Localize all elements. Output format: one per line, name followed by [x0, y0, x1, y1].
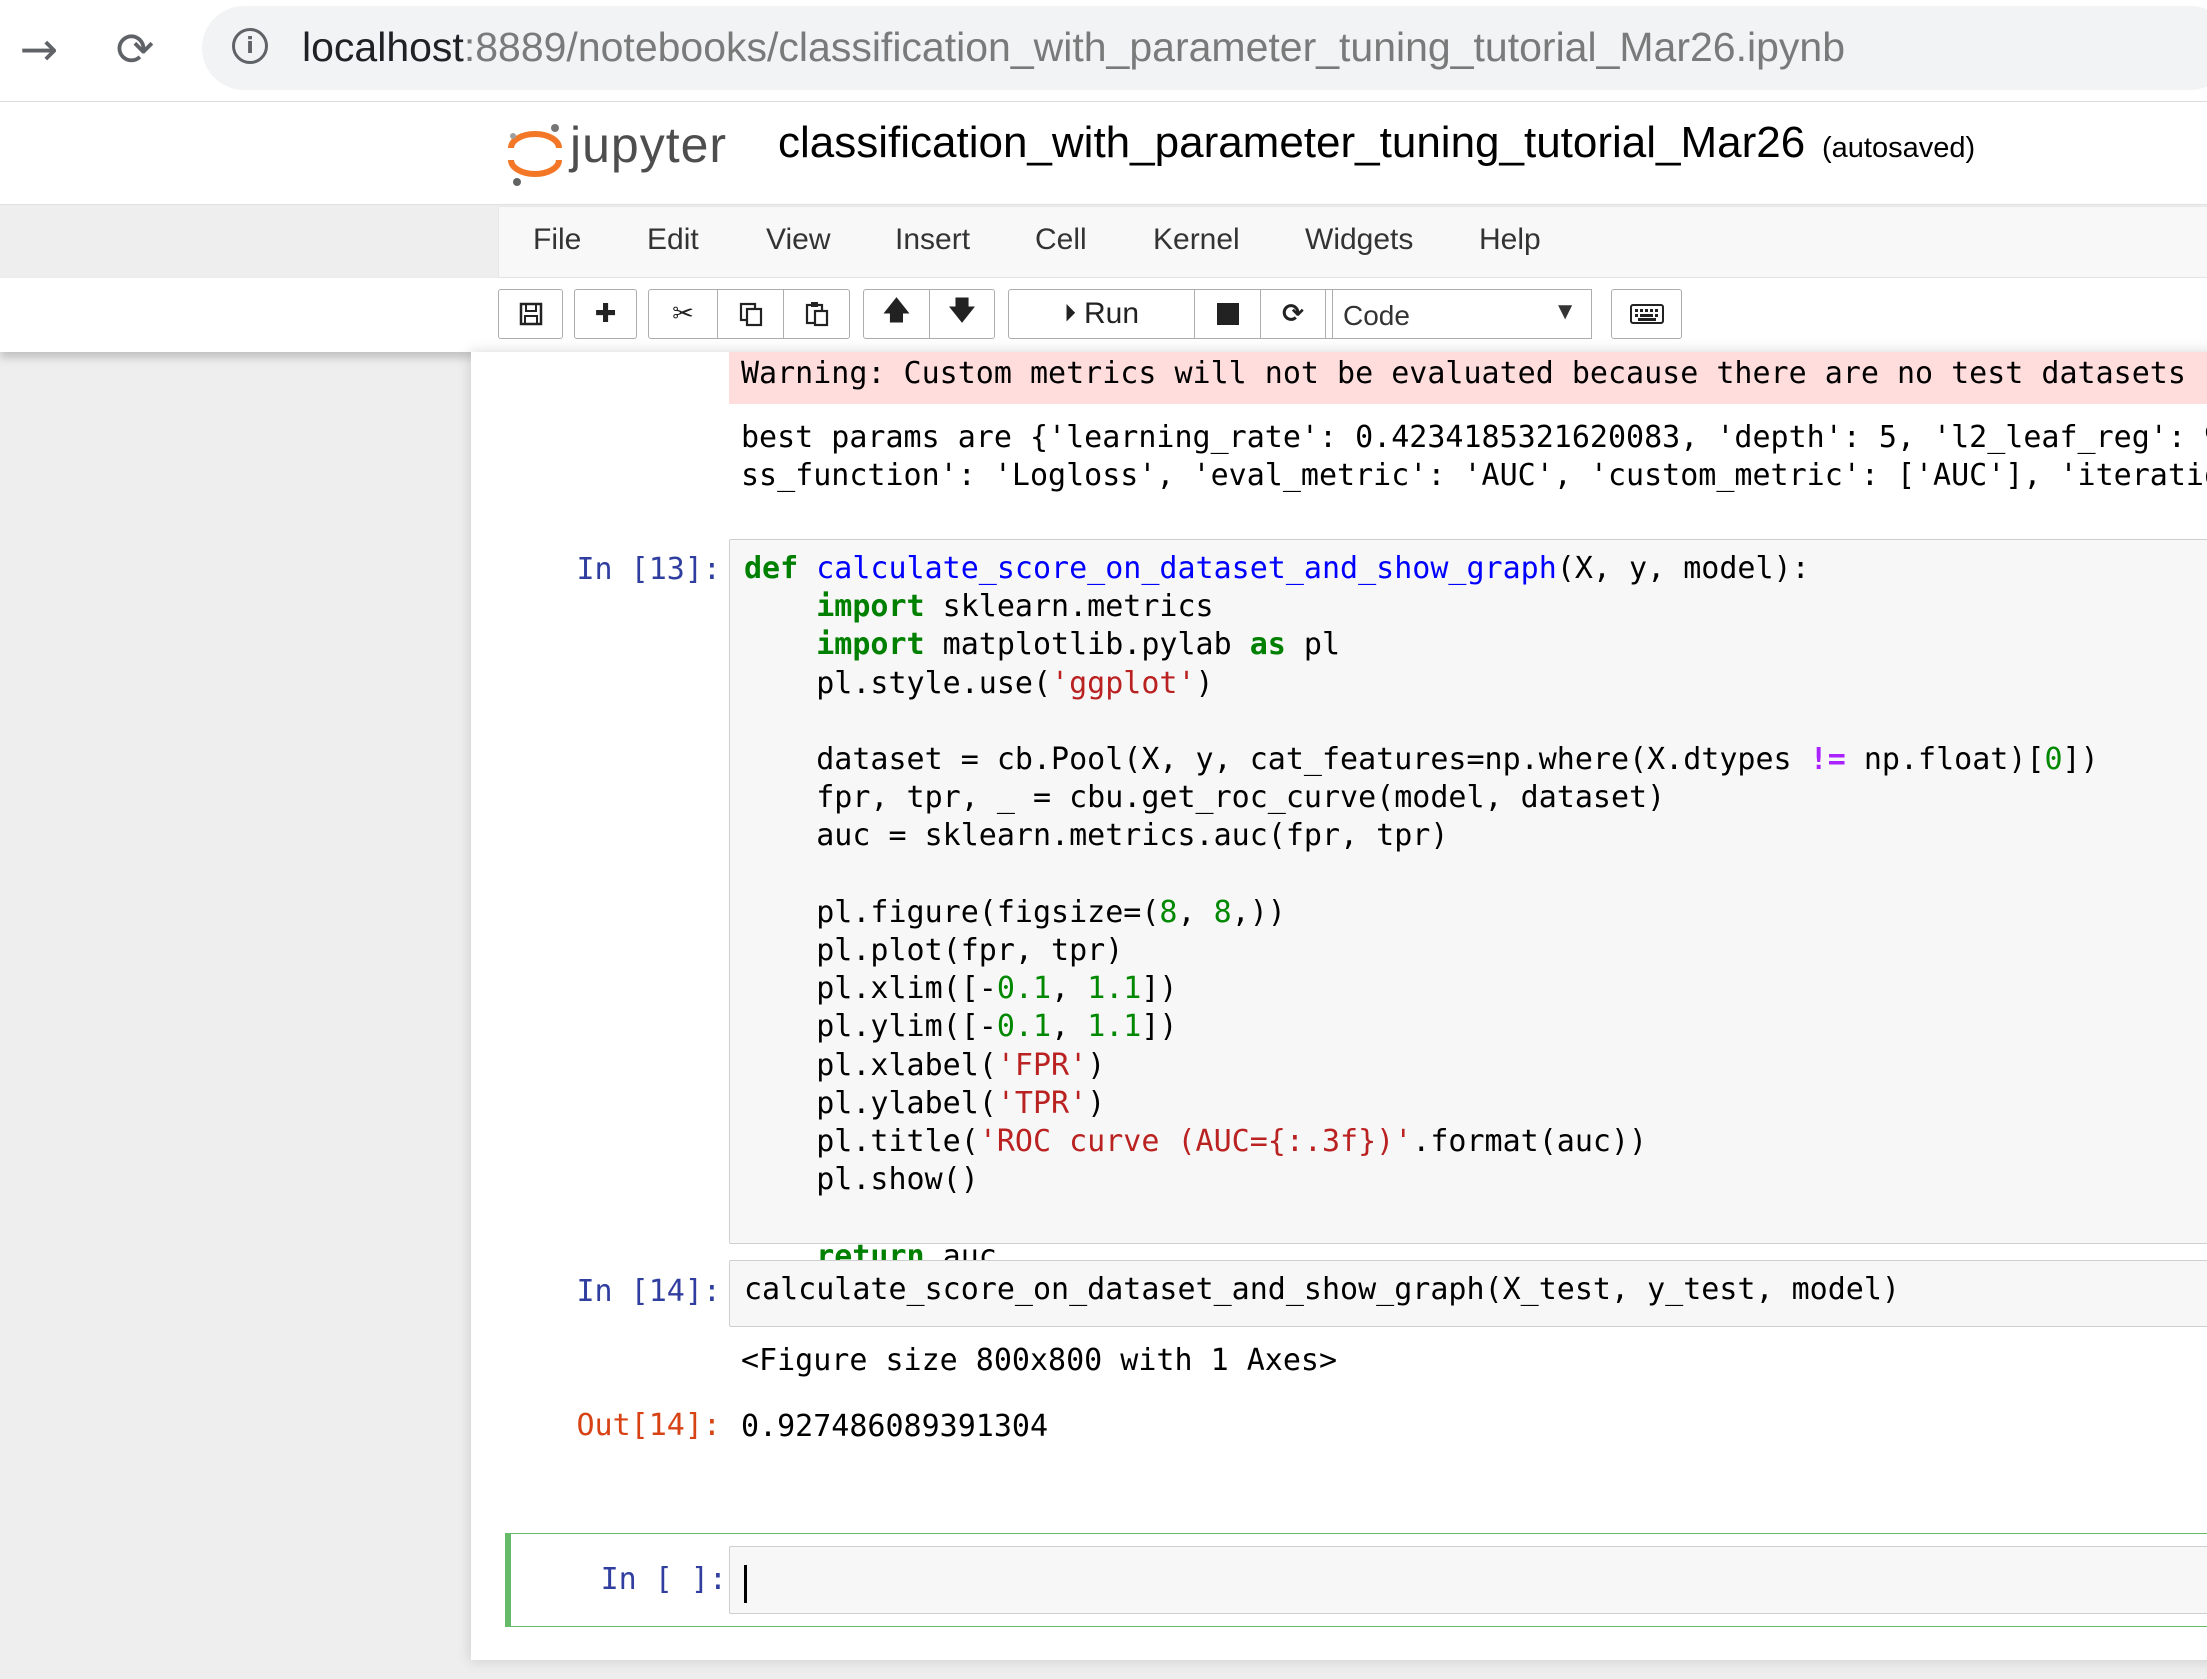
selected-cell[interactable]: In [ ]:: [505, 1533, 2207, 1627]
input-prompt: In [ ]:: [600, 1562, 727, 1597]
url-path: :8889/notebooks/classification_with_para…: [463, 24, 1846, 70]
menu-kernel[interactable]: Kernel: [1153, 223, 1240, 257]
notebook-container: Warning: Custom metrics will not be eval…: [471, 352, 2207, 1660]
keyboard-icon[interactable]: [1611, 289, 1682, 339]
code-editor-cell-14[interactable]: calculate_score_on_dataset_and_show_grap…: [729, 1260, 2207, 1327]
run-label: Run: [1083, 297, 1140, 330]
arrow-right-icon[interactable]: →: [4, 14, 74, 84]
copy-icon[interactable]: [717, 289, 784, 339]
run-icon: ⏵: [1063, 300, 1076, 327]
output-value: 0.927486089391304: [741, 1409, 1049, 1444]
address-bar[interactable]: i localhost:8889/notebooks/classificatio…: [202, 6, 2207, 90]
menu-file[interactable]: File: [533, 223, 581, 257]
save-icon[interactable]: [498, 289, 563, 339]
jupyter-logo-icon[interactable]: [505, 118, 565, 188]
code-editor-empty[interactable]: [729, 1546, 2207, 1614]
input-prompt: In [13]:: [576, 552, 722, 587]
code-editor-cell-13[interactable]: def calculate_score_on_dataset_and_show_…: [729, 539, 2207, 1274]
menu-help[interactable]: Help: [1479, 223, 1541, 257]
cut-icon[interactable]: ✂: [648, 289, 718, 339]
chevron-down-icon: ▼: [1553, 298, 1577, 325]
info-icon[interactable]: i: [232, 28, 268, 64]
notebook-title[interactable]: classification_with_parameter_tuning_tut…: [778, 118, 1805, 168]
menu-cell[interactable]: Cell: [1035, 223, 1087, 257]
menu-widgets[interactable]: Widgets: [1305, 223, 1413, 257]
menu-insert[interactable]: Insert: [895, 223, 970, 257]
stop-icon[interactable]: [1194, 289, 1261, 339]
stderr-warning: Warning: Custom metrics will not be eval…: [729, 352, 2207, 404]
run-button[interactable]: ⏵ Run: [1008, 289, 1195, 339]
move-group: 🡅 🡇: [863, 289, 995, 339]
clipboard-group: ✂: [648, 289, 850, 339]
autosave-status: (autosaved): [1822, 132, 1976, 164]
url-text[interactable]: localhost:8889/notebooks/classification_…: [302, 24, 1845, 71]
url-host: localhost: [302, 24, 464, 70]
cell-type-value: Code: [1343, 300, 1410, 331]
notebook-header: jupyter classification_with_parameter_tu…: [0, 102, 2207, 205]
stdout-line: best params are {'learning_rate': 0.4234…: [741, 420, 2207, 455]
menu-bar: File Edit View Insert Cell Kernel Widget…: [498, 206, 2207, 278]
restart-icon[interactable]: ⟳: [1260, 289, 1326, 339]
output-prompt: Out[14]:: [576, 1408, 722, 1443]
move-up-icon[interactable]: 🡅: [863, 289, 930, 339]
stdout-figure: <Figure size 800x800 with 1 Axes>: [741, 1343, 1338, 1378]
menu-view[interactable]: View: [766, 223, 830, 257]
reload-icon[interactable]: ⟳: [100, 14, 170, 84]
jupyter-logo-text[interactable]: jupyter: [570, 116, 727, 174]
paste-icon[interactable]: [783, 289, 850, 339]
cell-type-select[interactable]: Code ▼: [1332, 289, 1592, 339]
browser-toolbar: → ⟳ i localhost:8889/notebooks/classific…: [0, 0, 2207, 102]
move-down-icon[interactable]: 🡇: [929, 289, 995, 339]
menu-edit[interactable]: Edit: [647, 223, 699, 257]
text-cursor: [744, 1565, 747, 1603]
code-text: def calculate_score_on_dataset_and_show_…: [744, 551, 2099, 1274]
stdout-line: ss_function': 'Logloss', 'eval_metric': …: [741, 458, 2207, 493]
input-prompt: In [14]:: [576, 1274, 722, 1309]
code-text: calculate_score_on_dataset_and_show_grap…: [744, 1272, 1900, 1307]
add-cell-icon[interactable]: ✚: [574, 289, 637, 339]
